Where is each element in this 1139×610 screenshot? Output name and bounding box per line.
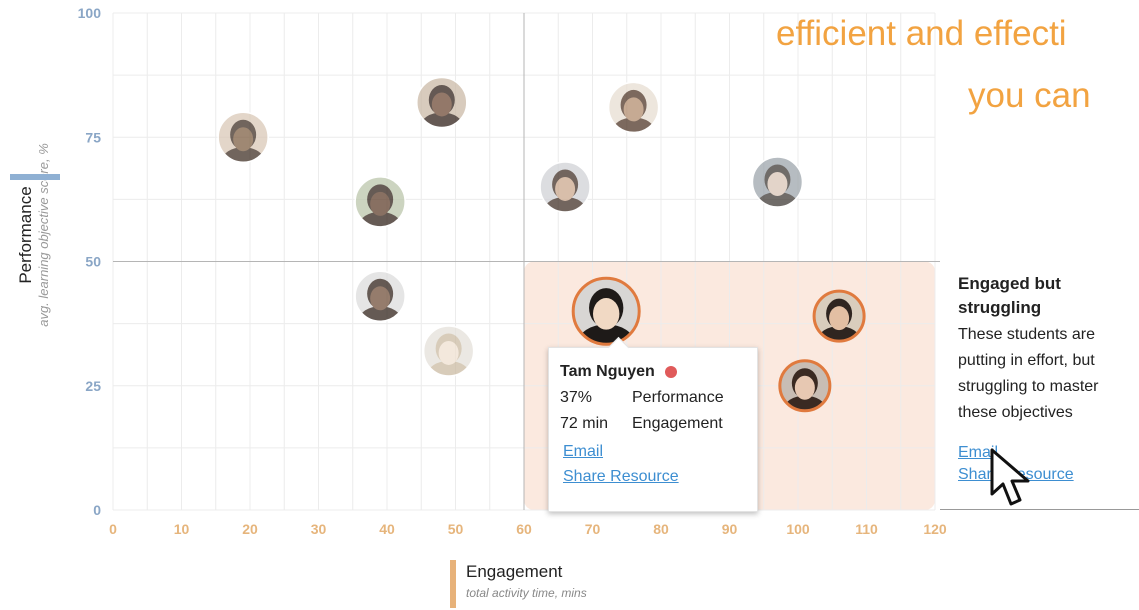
panel-description: These students are putting in effort, bu… xyxy=(958,326,1099,421)
y-axis-legend-bar xyxy=(10,174,60,180)
student-avatar-point[interactable] xyxy=(607,81,660,144)
y-axis-title: Performance xyxy=(16,186,35,284)
tooltip-engagement-row: 72 min Engagement xyxy=(560,415,747,433)
x-tick-label: 80 xyxy=(653,521,669,537)
x-axis-title: Engagement xyxy=(466,562,563,581)
student-avatar-point[interactable] xyxy=(354,270,406,334)
student-tooltip: Tam Nguyen 37% Performance 72 min Engage… xyxy=(548,347,758,512)
student-avatar-point[interactable] xyxy=(416,76,468,139)
panel-title: Engaged but struggling xyxy=(958,274,1061,317)
tooltip-engagement-value: 72 min xyxy=(560,415,609,432)
y-tick-label: 75 xyxy=(85,129,101,145)
tooltip-student-name: Tam Nguyen xyxy=(560,363,655,380)
tooltip-performance-label: Performance xyxy=(632,389,724,406)
student-avatar-point[interactable] xyxy=(539,161,591,225)
x-tick-label: 30 xyxy=(311,521,327,537)
student-avatar-point[interactable] xyxy=(354,176,406,240)
headline-line-2: you can xyxy=(968,76,1091,115)
x-tick-label: 50 xyxy=(448,521,464,537)
y-tick-label: 50 xyxy=(85,254,101,270)
y-tick-label: 0 xyxy=(93,502,101,518)
x-axis-ticks: 0 10 20 30 40 50 60 70 80 90 100 110 120 xyxy=(109,521,947,537)
x-tick-label: 60 xyxy=(516,521,532,537)
y-axis-ticks: 0 25 50 75 100 xyxy=(78,5,102,518)
panel-email-link[interactable]: Email xyxy=(958,444,1139,462)
x-axis-subtitle: total activity time, mins xyxy=(466,586,587,600)
x-tick-label: 0 xyxy=(109,521,117,537)
y-axis-label: Performance avg. learning objective scor… xyxy=(0,143,70,330)
x-tick-label: 90 xyxy=(722,521,738,537)
student-avatar-point[interactable] xyxy=(422,325,475,389)
x-tick-label: 20 xyxy=(242,521,258,537)
tooltip-email-link[interactable]: Email xyxy=(563,443,747,461)
x-tick-label: 40 xyxy=(379,521,395,537)
student-avatar-point[interactable] xyxy=(751,156,804,220)
x-tick-label: 110 xyxy=(855,521,878,537)
tooltip-student-name-row: Tam Nguyen xyxy=(560,363,747,381)
x-tick-label: 120 xyxy=(923,521,947,537)
status-dot-icon xyxy=(664,366,677,378)
x-tick-label: 70 xyxy=(585,521,601,537)
headline-line-1: efficient and effecti xyxy=(776,14,1067,53)
x-tick-label: 10 xyxy=(174,521,190,537)
pointer-arrow-icon xyxy=(990,448,1030,506)
tooltip-performance-row: 37% Performance xyxy=(560,389,747,407)
student-avatar-point[interactable] xyxy=(217,111,269,175)
tooltip-performance-value: 37% xyxy=(560,389,593,406)
tooltip-share-resource-link[interactable]: Share Resource xyxy=(563,468,747,486)
y-axis-subtitle: avg. learning objective score, % xyxy=(36,143,51,327)
x-tick-label: 100 xyxy=(786,521,810,537)
y-tick-label: 25 xyxy=(85,378,101,394)
tooltip-engagement-label: Engagement xyxy=(632,415,723,432)
x-axis-legend-bar xyxy=(450,560,456,608)
panel-share-resource-link[interactable]: Share Resource xyxy=(958,466,1139,484)
y-tick-label: 100 xyxy=(78,5,102,21)
